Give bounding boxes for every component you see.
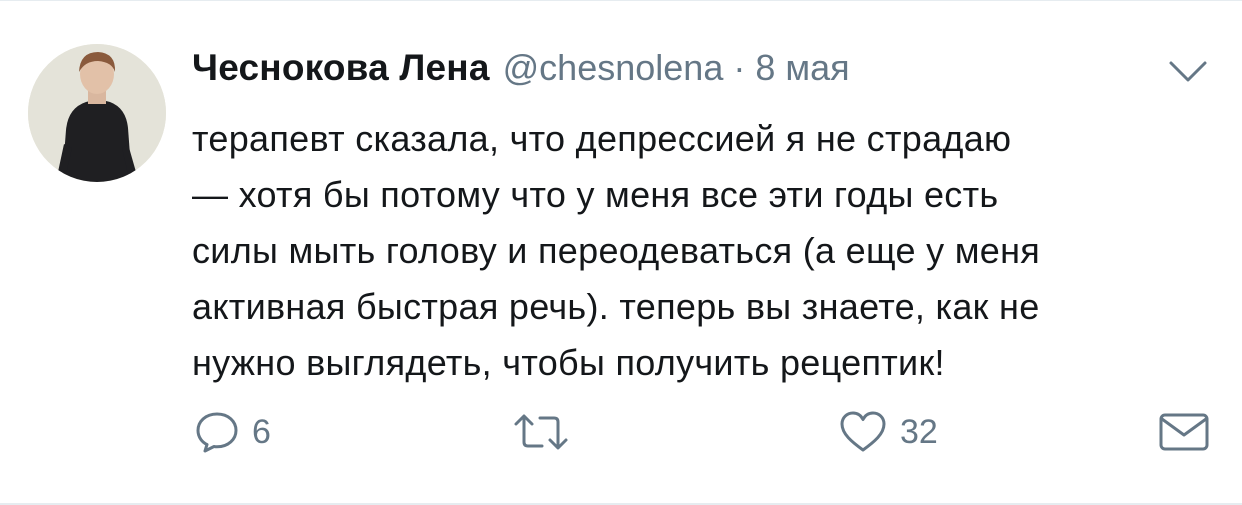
tweet-card: Чеснокова Лена @chesnolena · 8 мая терап… [0,0,1242,505]
tweet-text-line: нужно выглядеть, чтобы получить рецептик… [192,342,945,383]
tweet-text-line: силы мыть голову и переодеваться (а еще … [192,230,1041,271]
avatar[interactable] [28,44,166,182]
tweet-header: Чеснокова Лена @chesnolena · 8 мая [192,47,850,97]
tweet-text: терапевт сказала, что депрессией я не ст… [192,111,1212,391]
author-handle[interactable]: @chesnolena [503,47,724,89]
retweet-button[interactable] [512,406,570,458]
reply-count: 6 [252,412,271,451]
reply-button[interactable]: 6 [194,406,271,458]
direct-message-button[interactable] [1158,406,1210,458]
avatar-image [28,44,166,182]
tweet-text-line: активная быстрая речь). теперь вы знаете… [192,286,1040,327]
like-count: 32 [900,412,938,451]
author-display-name[interactable]: Чеснокова Лена [192,47,490,89]
tweet-text-line: терапевт сказала, что депрессией я не ст… [192,118,1012,159]
tweet-text-line: — хотя бы потому что у меня все эти годы… [192,174,999,215]
tweet-menu-button[interactable] [1168,59,1208,85]
like-button[interactable]: 32 [838,406,938,458]
retweet-icon [514,414,568,450]
heart-icon [840,411,886,452]
tweet-date[interactable]: 8 мая [755,47,849,89]
speech-bubble-icon [196,412,238,453]
chevron-down-icon [1169,61,1207,82]
header-separator: · [733,47,746,88]
envelope-icon [1159,413,1209,451]
tweet-actions: 6 32 [0,406,1242,458]
